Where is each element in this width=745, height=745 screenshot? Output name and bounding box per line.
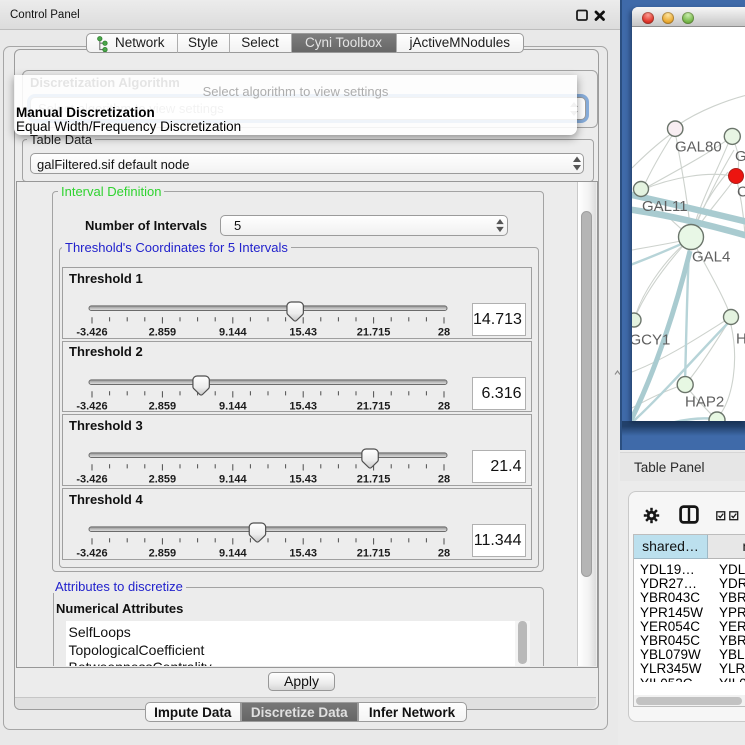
svg-text:9.144: 9.144 <box>219 548 247 560</box>
svg-text:2.859: 2.859 <box>149 327 177 339</box>
svg-text:GAL80: GAL80 <box>675 139 722 156</box>
svg-text:2.859: 2.859 <box>149 400 177 412</box>
svg-text:28: 28 <box>438 548 450 560</box>
svg-text:28: 28 <box>438 400 450 412</box>
svg-text:HAP2: HAP2 <box>685 394 724 411</box>
svg-text:GAL11: GAL11 <box>642 198 688 215</box>
svg-text:GA: GA <box>735 148 745 165</box>
svg-text:GAL4: GAL4 <box>692 249 730 266</box>
svg-text:28: 28 <box>438 474 450 486</box>
svg-text:15.43: 15.43 <box>289 548 317 560</box>
svg-text:9.144: 9.144 <box>219 327 247 339</box>
svg-text:21.715: 21.715 <box>357 327 391 339</box>
svg-text:-3.426: -3.426 <box>76 548 107 560</box>
svg-text:2.859: 2.859 <box>149 474 177 486</box>
svg-text:H: H <box>736 331 745 348</box>
svg-text:28: 28 <box>438 327 450 339</box>
svg-text:9.144: 9.144 <box>219 400 247 412</box>
svg-text:9.144: 9.144 <box>219 474 247 486</box>
svg-text:21.715: 21.715 <box>357 400 391 412</box>
svg-text:21.715: 21.715 <box>357 548 391 560</box>
svg-text:C: C <box>737 184 745 201</box>
svg-text:-3.426: -3.426 <box>76 327 107 339</box>
svg-text:15.43: 15.43 <box>289 400 317 412</box>
svg-text:2.859: 2.859 <box>149 548 177 560</box>
svg-text:GCY1: GCY1 <box>632 332 670 349</box>
svg-text:15.43: 15.43 <box>289 474 317 486</box>
svg-text:-3.426: -3.426 <box>76 474 107 486</box>
svg-text:21.715: 21.715 <box>357 474 391 486</box>
svg-text:15.43: 15.43 <box>289 327 317 339</box>
svg-text:-3.426: -3.426 <box>76 400 107 412</box>
